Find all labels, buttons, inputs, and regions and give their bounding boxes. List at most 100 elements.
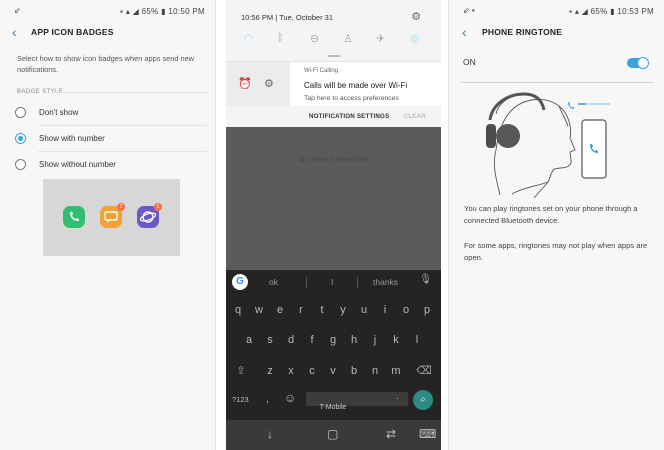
divider [38,151,207,152]
key[interactable]: h [344,330,364,350]
keyboard: G ok I thanks 🎙 q w e r t y u i o p a s … [226,270,441,420]
wifi-calling-notification[interactable]: ⏰ ⚙ Wi-Fi Calling Calls will be made ove… [226,61,441,107]
key[interactable]: o [396,300,416,320]
key[interactable]: e [270,300,290,320]
key[interactable]: t [312,300,332,320]
recent-apps-icon[interactable]: ⇄ [386,427,396,441]
notification-settings-icon[interactable]: ⚙ [264,77,274,90]
suggestion[interactable]: ok [269,277,278,287]
bluetooth-toggle-icon[interactable]: ᛒ [277,32,284,44]
status-bar: ⇙ ▪ ▪ ▴ ◢ 65% ▮ 10:53 PM [449,0,664,22]
headphones-illustration [462,90,651,199]
key[interactable]: f [302,330,322,350]
option-label: Don't show [39,108,79,117]
notification-shade: 10:56 PM | Tue, October 31 ⚙ ◠ ᛒ ⊖ ♙ ✈ ◎… [226,0,441,127]
option-dont-show[interactable]: Don't show [14,102,210,124]
key[interactable]: k [386,330,406,350]
key[interactable]: z [260,361,280,381]
key[interactable]: u [354,300,374,320]
notification-settings-button[interactable]: NOTIFICATION SETTINGS [309,113,389,120]
radio-button[interactable] [15,159,26,170]
shade-date: Tue, October 31 [279,13,334,22]
page-title: APP ICON BADGES [31,27,114,37]
notification-app-name: Wi-Fi Calling [304,68,339,74]
shade-time: 10:56 PM [241,13,274,22]
key[interactable]: l [407,330,427,350]
key[interactable]: y [333,300,353,320]
phone-app-icon [63,206,85,228]
header: ‹ PHONE RINGTONE [449,22,664,42]
key[interactable]: b [344,361,364,381]
back-icon[interactable]: ‹ [462,24,467,40]
page-title: PHONE RINGTONE [482,27,563,37]
suggestion-bar: G ok I thanks 🎙 [226,270,441,294]
navigation-bar: ↓ ▢ ⇄ ⌨ [226,420,441,450]
radio-button-selected[interactable] [15,133,26,144]
key[interactable]: r [291,300,311,320]
phone-ringtone-screen: ⇙ ▪ ▪ ▴ ◢ 65% ▮ 10:53 PM ‹ PHONE RINGTON… [448,0,664,450]
drag-handle[interactable] [328,55,340,57]
snooze-icon[interactable]: ⏰ [238,77,252,90]
notification-icon: ⇙ [14,6,21,15]
signal-icons: ▪ ▴ ◢ [120,7,142,16]
shift-key-icon[interactable]: ⇧ [231,361,251,381]
badge-preview: 1 1 [43,179,180,256]
period-key[interactable]: . [396,391,399,402]
keyboard-switch-icon[interactable]: ⌨ [419,427,436,441]
description: Select how to show icon badges when apps… [17,54,195,74]
key[interactable]: j [365,330,385,350]
option-show-with-number[interactable]: Show with number [14,128,210,150]
emoji-key-icon[interactable]: ☺ [284,391,296,405]
key[interactable]: i [375,300,395,320]
key[interactable]: q [228,300,248,320]
notification-keyboard-screen: 10:56 PM | Tue, October 31 ⚙ ◠ ᛒ ⊖ ♙ ✈ ◎… [226,0,441,450]
section-divider [52,92,207,93]
google-icon[interactable]: G [232,274,248,290]
key[interactable]: s [260,330,280,350]
hide-keyboard-icon[interactable]: ↓ [267,427,273,441]
signal-icons: ▪ ▴ ◢ [569,7,591,16]
flashlight-icon[interactable]: ♙ [343,32,353,45]
option-show-without-number[interactable]: Show without number [14,154,210,176]
status-time: 10:53 PM [617,7,654,16]
suggestion[interactable]: I [331,277,333,287]
notification-icon: ⇙ ▪ [463,6,475,15]
key-row-3: ⇧ z x c v b n m ⌫ [226,361,441,381]
settings-gear-icon[interactable]: ⚙ [411,10,421,23]
back-icon[interactable]: ‹ [12,24,17,40]
home-button-icon[interactable]: ▢ [327,427,338,441]
internet-app-icon: 1 [137,203,162,228]
clear-button[interactable]: CLEAR [404,113,426,120]
key[interactable]: g [323,330,343,350]
ringtone-toggle[interactable] [627,57,649,69]
option-label: Show with number [39,134,105,143]
info-text: For some apps, ringtones may not play wh… [464,241,648,262]
key[interactable]: c [302,361,322,381]
search-key-icon[interactable]: ⌕ [413,390,433,410]
badge-count: 1 [154,203,162,211]
divider [38,125,207,126]
airplane-mode-icon[interactable]: ✈ [376,32,385,45]
notification-title: Calls will be made over Wi-Fi [304,81,408,90]
key-row-2: a s d f g h j k l [226,330,441,350]
suggestion[interactable]: thanks [373,277,398,287]
radio-button[interactable] [15,107,26,118]
microphone-icon[interactable]: 🎙 [419,274,432,285]
wifi-calling-toggle-icon[interactable]: ◎ [410,32,420,45]
wifi-toggle-icon[interactable]: ◠ [244,32,254,45]
key[interactable]: x [281,361,301,381]
battery-icon: ▮ [161,7,166,16]
comma-key[interactable]: , [266,394,269,405]
key[interactable]: v [323,361,343,381]
key[interactable]: a [239,330,259,350]
key[interactable]: d [281,330,301,350]
key[interactable]: m [386,361,406,381]
backspace-key-icon[interactable]: ⌫ [414,361,434,381]
key[interactable]: w [249,300,269,320]
do-not-disturb-icon[interactable]: ⊖ [310,32,319,45]
key[interactable]: n [365,361,385,381]
header: ‹ APP ICON BADGES [0,22,215,42]
numbers-key[interactable]: ?123 [232,395,249,404]
key[interactable]: p [417,300,437,320]
badge-count: 1 [117,203,125,211]
